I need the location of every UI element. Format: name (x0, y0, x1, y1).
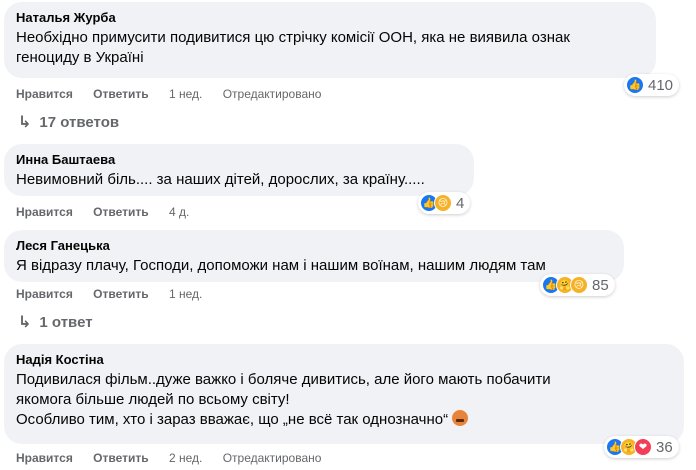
comment-bubble: Надія Костіна Подивилася фільм..дуже важ… (4, 344, 684, 444)
like-icon: 👍 (626, 76, 644, 94)
reply-arrow-icon: ↳ (18, 314, 32, 331)
love-icon: ❤ (634, 438, 652, 456)
comment-actions: Нравится Ответить 2 нед. Отредактировано (16, 450, 338, 466)
like-button[interactable]: Нравится (16, 87, 73, 101)
view-replies-link[interactable]: ↳ 1 ответ (18, 312, 93, 332)
edited-label: Отредактировано (222, 451, 322, 465)
like-button[interactable]: Нравится (16, 205, 73, 219)
reactions-summary[interactable]: 👍 410 (624, 74, 680, 96)
like-button[interactable]: Нравится (16, 451, 73, 465)
comment-time[interactable]: 1 нед. (169, 87, 202, 101)
comment-bubble: Наталья Журба Необхідно примусити подиви… (4, 2, 656, 78)
reaction-count: 410 (648, 76, 674, 94)
reactions-summary[interactable]: 👍 😢 4 (418, 192, 471, 214)
replies-count: 17 ответов (39, 113, 120, 131)
comment-bubble: Леся Ганецька Я відразу плачу, Господи, … (4, 230, 624, 282)
comment-actions: Нравится Ответить 1 нед. Отредактировано (16, 86, 338, 102)
reply-button[interactable]: Ответить (93, 287, 148, 301)
reactions-summary[interactable]: 👍 🤗 ❤ 36 (604, 436, 679, 458)
reply-arrow-icon: ↳ (18, 114, 32, 131)
comment-text-line: Подивилася фільм..дуже важко і боляче ди… (16, 371, 551, 388)
comment-time[interactable]: 1 нед. (169, 287, 202, 301)
like-button[interactable]: Нравится (16, 287, 73, 301)
comment-text-line: Особливо тим, хто і зараз вважає, що „не… (16, 410, 672, 430)
comment-text-segment: Особливо тим, хто і зараз вважає, що „не… (16, 411, 449, 428)
comment-time[interactable]: 2 нед. (169, 451, 202, 465)
reaction-count: 4 (456, 194, 465, 212)
comment-bubble: Инна Баштаева Невимовний біль.... за наш… (4, 144, 474, 196)
view-replies-link[interactable]: ↳ 17 ответов (18, 112, 119, 132)
reply-button[interactable]: Ответить (93, 451, 148, 465)
angry-face-icon (452, 410, 469, 426)
comment-text-line: геноциду в Україні (16, 49, 144, 66)
comment-author[interactable]: Инна Баштаева (16, 152, 462, 168)
comment-text-line: Невимовний біль.... за наших дітей, доро… (16, 171, 425, 188)
comment-text-line: Необхідно примусити подивитися цю стрічк… (16, 29, 570, 46)
comment-time[interactable]: 4 д. (169, 205, 189, 219)
reaction-count: 85 (592, 276, 609, 294)
replies-count: 1 ответ (39, 313, 93, 331)
edited-label: Отредактировано (222, 87, 322, 101)
comment-text-line: Я відразу плачу, Господи, допоможи нам і… (16, 257, 546, 274)
reply-button[interactable]: Ответить (93, 87, 148, 101)
sad-icon: 😢 (570, 276, 588, 294)
comment-actions: Нравится Ответить 4 д. (16, 204, 206, 220)
reaction-count: 36 (656, 438, 673, 456)
comment-author[interactable]: Наталья Журба (16, 10, 644, 26)
reply-button[interactable]: Ответить (93, 205, 148, 219)
comment-actions: Нравится Ответить 1 нед. (16, 286, 219, 302)
comment-author[interactable]: Леся Ганецька (16, 238, 612, 254)
comment-text-line: якомога більше людей по всьому світу! (16, 391, 290, 408)
comment-author[interactable]: Надія Костіна (16, 352, 672, 368)
reactions-summary[interactable]: 👍 🤗 😢 85 (540, 274, 615, 296)
sad-icon: 😢 (434, 194, 452, 212)
